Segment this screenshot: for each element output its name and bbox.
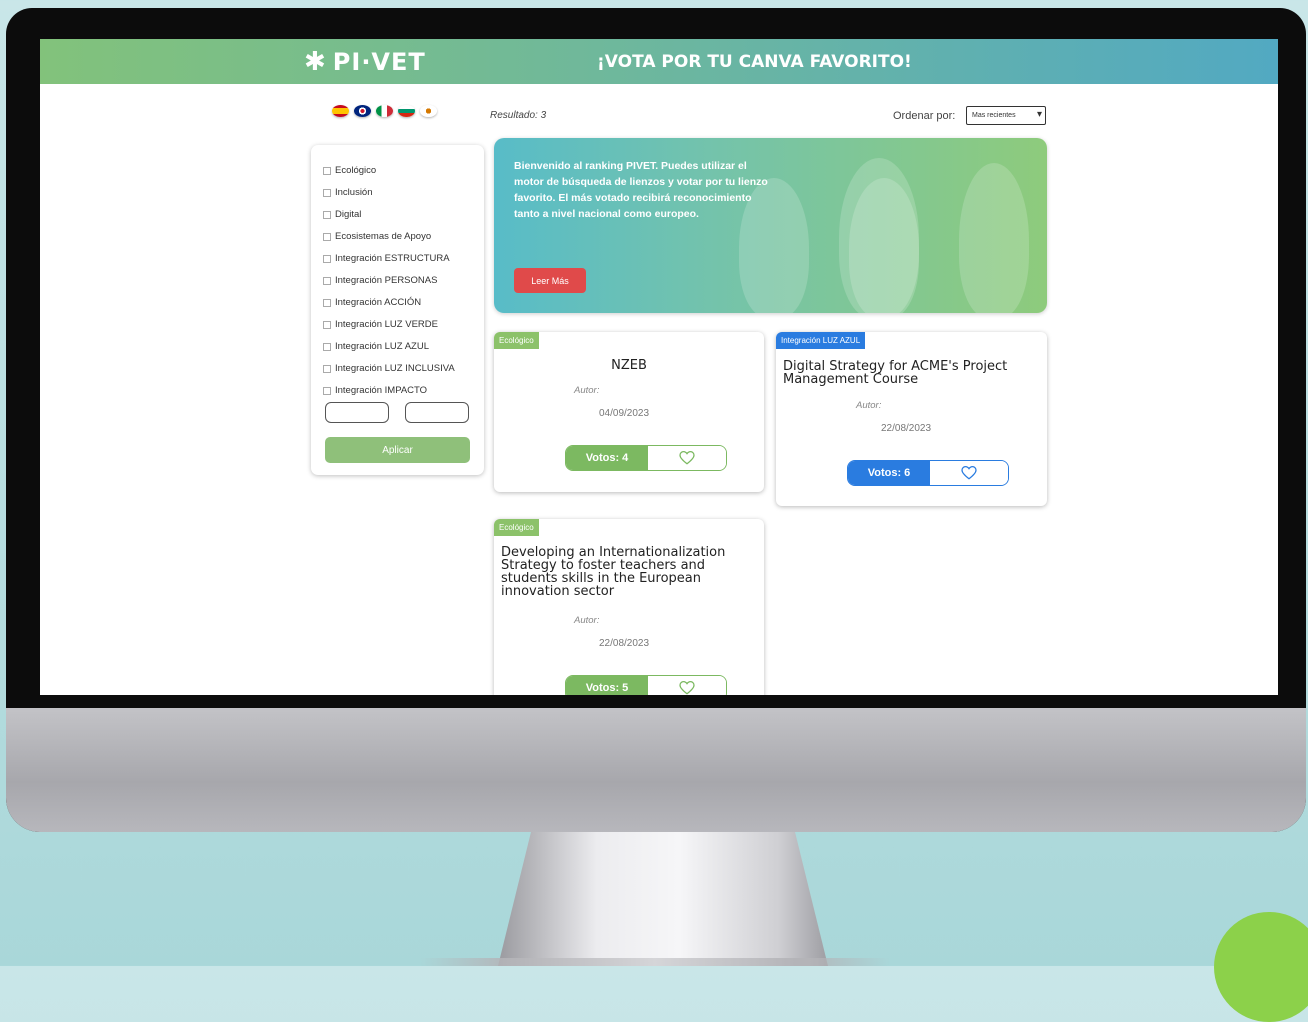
vote-widget: Votos: 6 — [847, 460, 1009, 486]
card-author: Autor: — [856, 400, 882, 411]
date-to-input[interactable] — [405, 402, 469, 423]
filter-label: Ecológico — [335, 165, 377, 176]
filter-estructura[interactable]: Integración ESTRUCTURA — [323, 253, 450, 264]
sort-select[interactable]: Mas recientes ▾ — [966, 106, 1046, 125]
heart-icon — [961, 466, 977, 480]
heart-icon — [679, 681, 695, 695]
monitor-stand — [498, 832, 828, 966]
like-button[interactable] — [648, 676, 726, 695]
checkbox[interactable] — [323, 386, 331, 395]
heart-icon — [679, 451, 695, 465]
checkbox[interactable] — [323, 364, 331, 373]
filter-ecosistemas[interactable]: Ecosistemas de Apoyo — [323, 231, 431, 242]
category-tag[interactable]: Ecológico — [494, 519, 539, 536]
language-selector — [332, 105, 437, 117]
flag-italy-icon[interactable] — [376, 105, 393, 117]
chevron-down-icon: ▾ — [1036, 109, 1042, 120]
filter-label: Integración PERSONAS — [335, 275, 438, 286]
filter-inclusion[interactable]: Inclusión — [323, 187, 373, 198]
checkbox[interactable] — [323, 254, 331, 263]
card-title[interactable]: NZEB — [494, 359, 764, 372]
checkbox[interactable] — [323, 298, 331, 307]
flag-cyprus-icon[interactable] — [420, 105, 437, 117]
banner-text: Bienvenido al ranking PIVET. Puedes util… — [514, 160, 768, 220]
flag-bulgaria-icon[interactable] — [398, 105, 415, 117]
filter-luz-verde[interactable]: Integración LUZ VERDE — [323, 319, 438, 330]
monitor-frame: ✱ PI·VET ¡VOTA POR TU CANVA FAVORITO! Re… — [6, 8, 1306, 832]
vote-widget: Votos: 4 — [565, 445, 727, 471]
filter-luz-inclusiva[interactable]: Integración LUZ INCLUSIVA — [323, 363, 455, 374]
asterisk-icon: ✱ — [304, 47, 327, 77]
top-bar: ✱ PI·VET ¡VOTA POR TU CANVA FAVORITO! — [40, 39, 1278, 84]
date-from-input[interactable] — [325, 402, 389, 423]
card-date: 22/08/2023 — [599, 638, 650, 649]
checkbox[interactable] — [323, 342, 331, 351]
checkbox[interactable] — [323, 232, 331, 241]
filter-label: Integración LUZ AZUL — [335, 341, 429, 352]
card-author: Autor: — [574, 385, 600, 396]
checkbox[interactable] — [323, 320, 331, 329]
sort-label: Ordenar por: — [893, 110, 956, 122]
filter-digital[interactable]: Digital — [323, 209, 361, 220]
canvas-card[interactable]: Integración LUZ AZUL Digital Strategy fo… — [776, 332, 1047, 506]
canvas-card[interactable]: Ecológico Developing an Internationaliza… — [494, 519, 764, 695]
vote-count: Votos: 5 — [566, 676, 648, 695]
filter-panel: Ecológico Inclusión Digital Ecosistemas … — [311, 145, 484, 475]
banner-person-image — [959, 163, 1029, 313]
filter-label: Integración IMPACTO — [335, 385, 428, 396]
category-tag[interactable]: Integración LUZ AZUL — [776, 332, 866, 349]
welcome-banner: Bienvenido al ranking PIVET. Puedes util… — [494, 138, 1047, 313]
logo[interactable]: ✱ PI·VET — [304, 47, 426, 77]
monitor-chin — [6, 708, 1306, 832]
read-more-button[interactable]: Leer Más — [514, 268, 586, 293]
sort-selected-value: Mas recientes — [972, 112, 1016, 119]
checkbox[interactable] — [323, 210, 331, 219]
card-author: Autor: — [574, 615, 600, 626]
filter-label: Ecosistemas de Apoyo — [335, 231, 432, 242]
flag-spain-icon[interactable] — [332, 105, 349, 117]
banner-person-image — [849, 178, 919, 313]
filter-personas[interactable]: Integración PERSONAS — [323, 275, 437, 286]
card-date: 22/08/2023 — [881, 423, 932, 434]
filter-accion[interactable]: Integración ACCIÓN — [323, 297, 421, 308]
vote-count: Votos: 4 — [566, 446, 648, 470]
filter-impacto[interactable]: Integración IMPACTO — [323, 385, 427, 396]
checkbox[interactable] — [323, 166, 331, 175]
like-button[interactable] — [930, 461, 1008, 485]
filter-label: Digital — [335, 209, 362, 220]
logo-text: PI·VET — [332, 48, 426, 76]
filter-label: Integración LUZ VERDE — [335, 319, 438, 330]
filter-ecologico[interactable]: Ecológico — [323, 165, 376, 176]
card-title[interactable]: Digital Strategy for ACME's Project Mana… — [783, 360, 1038, 386]
filter-luz-azul[interactable]: Integración LUZ AZUL — [323, 341, 429, 352]
checkbox[interactable] — [323, 188, 331, 197]
result-count: Resultado: 3 — [490, 110, 547, 121]
apply-button[interactable]: Aplicar — [325, 437, 470, 463]
vote-widget: Votos: 5 — [565, 675, 727, 695]
canvas-card[interactable]: Ecológico NZEB Autor: 04/09/2023 Votos: … — [494, 332, 764, 492]
checkbox[interactable] — [323, 276, 331, 285]
screen: ✱ PI·VET ¡VOTA POR TU CANVA FAVORITO! Re… — [40, 39, 1278, 695]
like-button[interactable] — [648, 446, 726, 470]
flag-uk-icon[interactable] — [354, 105, 371, 117]
decorative-circle — [1214, 912, 1308, 1022]
filter-label: Integración LUZ INCLUSIVA — [335, 363, 455, 374]
page-headline: ¡VOTA POR TU CANVA FAVORITO! — [597, 52, 912, 72]
stand-base — [420, 958, 890, 966]
vote-count: Votos: 6 — [848, 461, 930, 485]
card-date: 04/09/2023 — [599, 408, 650, 419]
filter-label: Integración ESTRUCTURA — [335, 253, 450, 264]
filter-label: Integración ACCIÓN — [335, 297, 422, 308]
filter-label: Inclusión — [335, 187, 373, 198]
category-tag[interactable]: Ecológico — [494, 332, 539, 349]
card-title[interactable]: Developing an Internationalization Strat… — [501, 546, 746, 598]
